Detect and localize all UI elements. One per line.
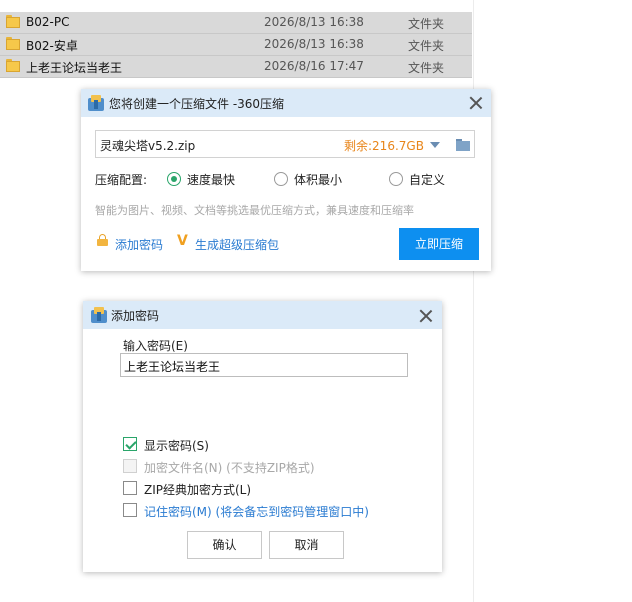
folder-icon (6, 59, 20, 72)
archive-app-icon (91, 307, 107, 323)
chevron-down-icon[interactable] (430, 142, 440, 148)
password-dialog-title: 添加密码 (111, 309, 160, 323)
option-fastest-label[interactable]: 速度最快 (187, 171, 235, 188)
v-badge-icon: V (177, 233, 188, 249)
ok-button[interactable]: 确认 (187, 531, 262, 559)
file-row[interactable]: B02-PC 2026/8/13 16:38 文件夹 (0, 12, 472, 34)
filename-field[interactable]: 灵魂尖塔v5.2.zip 剩余:216.7GB (95, 130, 475, 158)
compress-dialog: 您将创建一个压缩文件 -360压缩 灵魂尖塔v5.2.zip 剩余:216.7G… (81, 89, 491, 271)
close-icon[interactable] (469, 96, 483, 110)
folder-icon (6, 15, 20, 28)
file-type: 文件夹 (408, 61, 445, 75)
cancel-button[interactable]: 取消 (269, 531, 344, 559)
file-name: B02-安卓 (26, 39, 78, 53)
radio-smallest[interactable] (274, 172, 288, 186)
option-custom-label[interactable]: 自定义 (409, 171, 445, 188)
compress-hint: 智能为图片、视频、文档等挑选最优压缩方式，兼具速度和压缩率 (95, 204, 414, 217)
file-row[interactable]: B02-安卓 2026/8/13 16:38 文件夹 (0, 34, 472, 56)
file-name: B02-PC (26, 15, 70, 29)
show-password-checkbox[interactable] (123, 437, 137, 451)
compress-config-label: 压缩配置: (95, 173, 148, 187)
zip-classic-label[interactable]: ZIP经典加密方式(L) (144, 481, 251, 498)
close-icon[interactable] (419, 309, 433, 323)
compress-dialog-title: 您将创建一个压缩文件 -360压缩 (109, 97, 285, 111)
radio-custom[interactable] (389, 172, 403, 186)
remember-password-label[interactable]: 记住密码(M) (将会备忘到密码管理窗口中) (144, 503, 369, 520)
file-date: 2026/8/13 16:38 (264, 15, 364, 29)
radio-fastest[interactable] (167, 172, 181, 186)
password-value: 上老王论坛当老王 (124, 360, 221, 374)
filename-value: 灵魂尖塔v5.2.zip (100, 139, 196, 153)
archive-app-icon (88, 95, 104, 111)
password-input[interactable]: 上老王论坛当老王 (120, 353, 408, 377)
remember-password-checkbox[interactable] (123, 503, 137, 517)
show-password-label[interactable]: 显示密码(S) (144, 437, 209, 454)
password-dialog-titlebar: 添加密码 (83, 301, 442, 329)
remaining-space: 剩余:216.7GB (344, 139, 424, 153)
password-dialog: 添加密码 输入密码(E) 上老王论坛当老王 显示密码(S) 加密文件名(N) (… (83, 301, 442, 572)
folder-icon (6, 37, 20, 50)
file-date: 2026/8/13 16:38 (264, 37, 364, 51)
compress-dialog-titlebar: 您将创建一个压缩文件 -360压缩 (81, 89, 491, 117)
option-smallest-label[interactable]: 体积最小 (294, 171, 342, 188)
password-input-label: 输入密码(E) (123, 339, 188, 353)
file-name: 上老王论坛当老王 (26, 61, 123, 75)
file-date: 2026/8/16 17:47 (264, 59, 364, 73)
zip-classic-checkbox[interactable] (123, 481, 137, 495)
file-type: 文件夹 (408, 39, 445, 53)
file-row[interactable]: 上老王论坛当老王 2026/8/16 17:47 文件夹 (0, 56, 472, 78)
lock-icon (97, 234, 108, 246)
super-pack-link[interactable]: 生成超级压缩包 (195, 236, 279, 253)
encrypt-filename-label: 加密文件名(N) (不支持ZIP格式) (144, 461, 315, 475)
browse-folder-icon[interactable] (456, 139, 470, 151)
file-type: 文件夹 (408, 17, 445, 31)
compress-now-button[interactable]: 立即压缩 (399, 228, 479, 260)
encrypt-filename-checkbox (123, 459, 137, 473)
add-password-link[interactable]: 添加密码 (115, 236, 163, 253)
